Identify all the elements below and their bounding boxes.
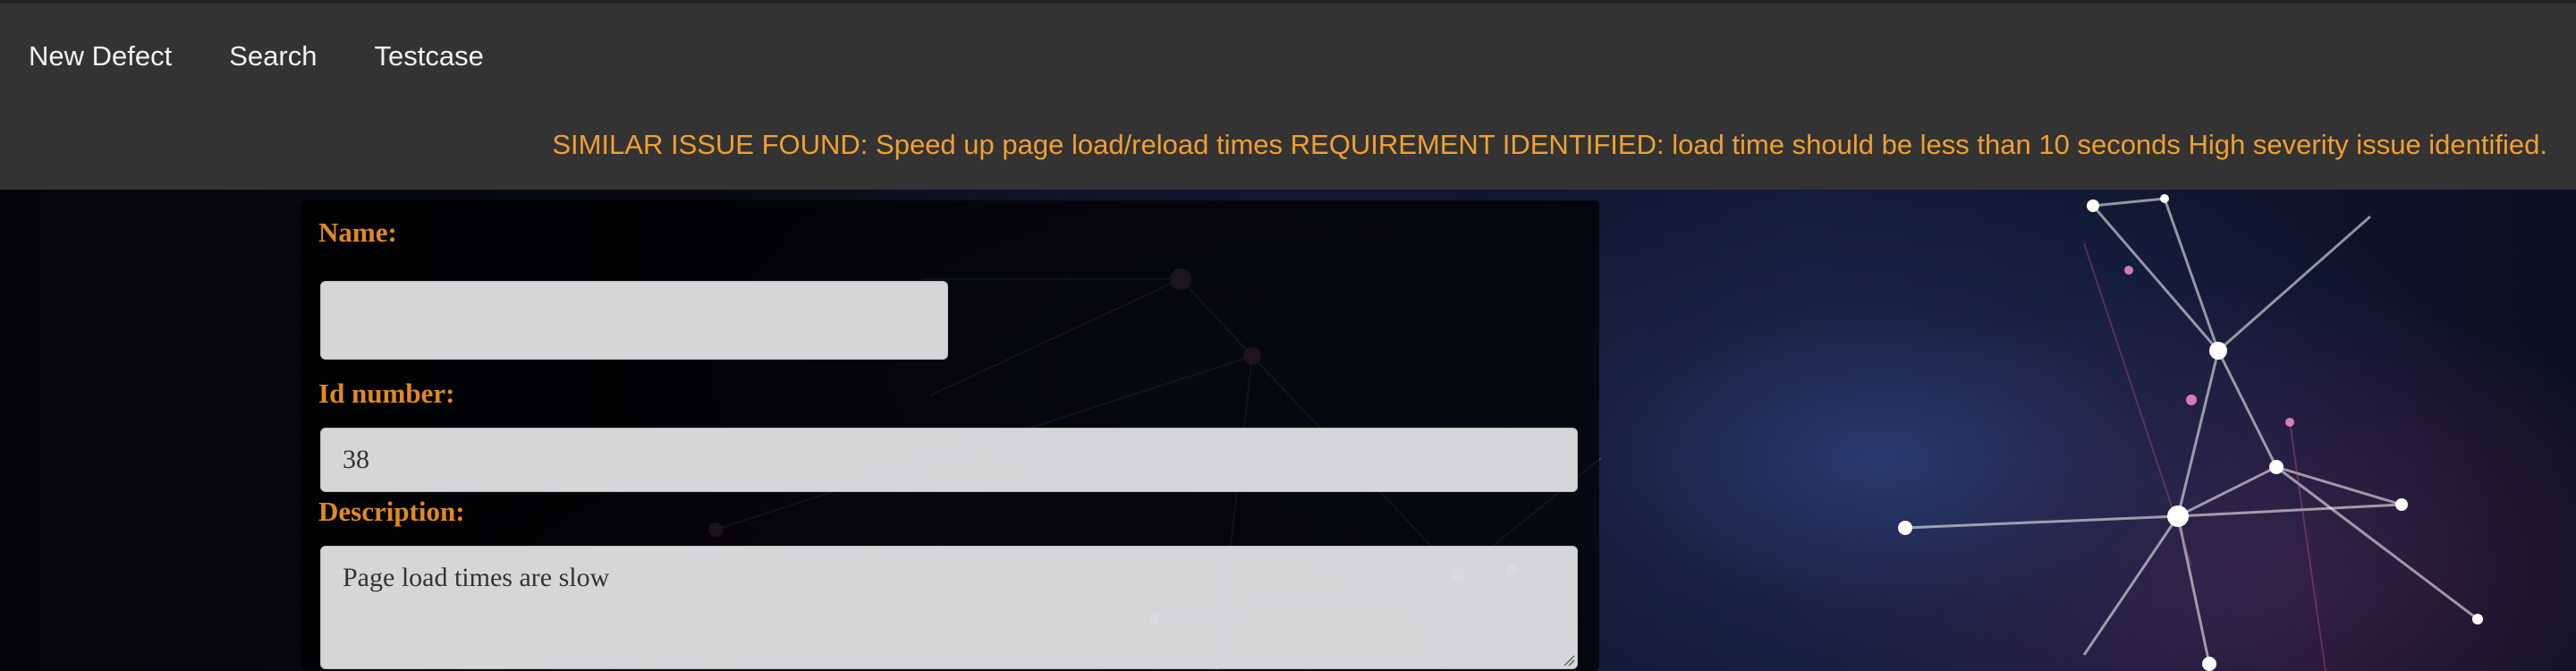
nav-testcase[interactable]: Testcase — [345, 40, 512, 72]
similar-issue-alert: SIMILAR ISSUE FOUND: Speed up page load/… — [552, 129, 2547, 160]
top-navbar: New Defect Search Testcase SIMILAR ISSUE… — [0, 0, 2576, 190]
name-input[interactable] — [320, 281, 948, 360]
description-text: Page load times are slow — [343, 563, 610, 592]
description-label: Description: — [318, 496, 465, 527]
name-label: Name: — [318, 217, 397, 248]
description-textarea[interactable]: Page load times are slow — [320, 546, 1578, 669]
nav-links: New Defect Search Testcase — [0, 25, 513, 88]
resize-grip-icon[interactable] — [1563, 654, 1575, 667]
id-number-label: Id number: — [318, 378, 455, 409]
nav-search[interactable]: Search — [200, 40, 345, 72]
id-number-input[interactable]: 38 — [320, 428, 1578, 492]
defect-form: Name: Id number: 38 Description: Page lo… — [301, 200, 1599, 671]
nav-new-defect[interactable]: New Defect — [0, 40, 200, 72]
